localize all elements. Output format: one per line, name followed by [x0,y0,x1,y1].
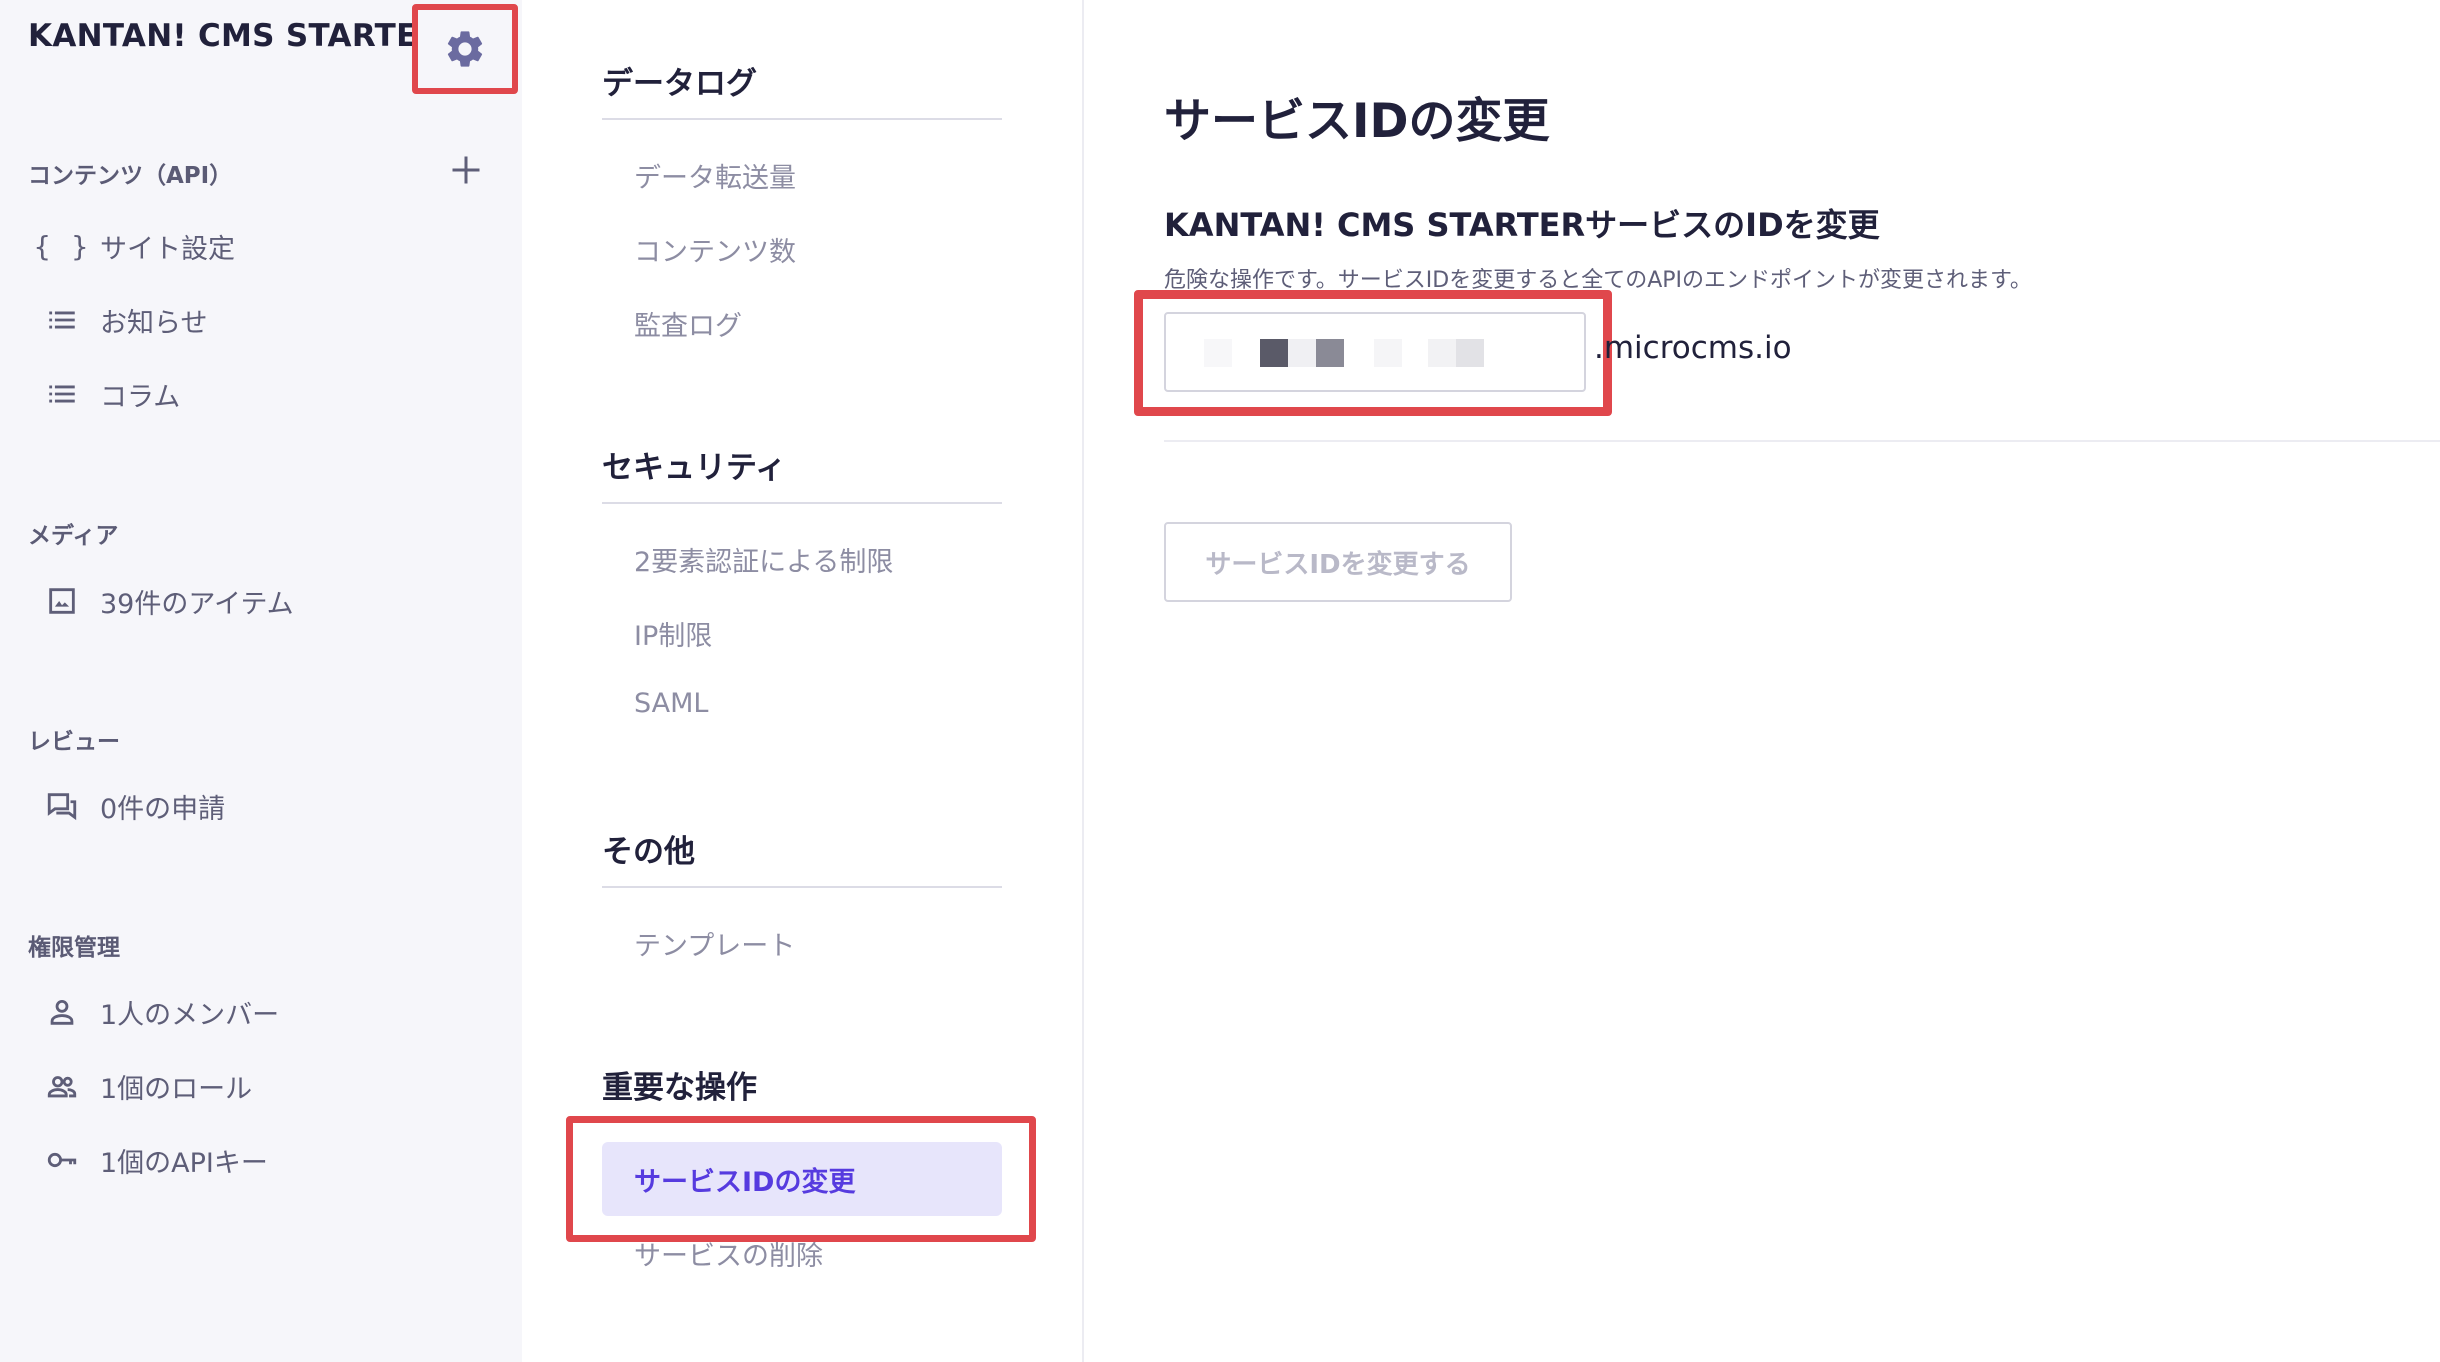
settings-heading-critical: 重要な操作 [602,1070,757,1106]
sidebar-item-label: 39件のアイテム [100,588,294,620]
settings-link-2fa[interactable]: 2要素認証による制限 [634,540,893,579]
section-label-permissions: 権限管理 [28,935,120,961]
settings-heading-data-log: データログ [602,66,757,102]
section-label-review: レビュー [28,729,120,755]
blurred-text [1316,339,1344,367]
section-label-contents: コンテンツ（API） [28,163,233,189]
settings-heading-security: セキュリティ [602,450,787,486]
sidebar-item-news[interactable]: お知らせ [38,296,478,344]
key-icon [38,1140,86,1180]
settings-link-data-transfer[interactable]: データ転送量 [634,156,796,195]
sidebar-item-review[interactable]: 0件の申請 [38,782,478,830]
sidebar-item-label: 1個のAPIキー [100,1147,268,1179]
settings-link-saml[interactable]: SAML [634,688,708,719]
plus-icon [452,156,480,184]
domain-suffix: .microcms.io [1594,330,1792,366]
divider [602,118,1002,120]
divider [602,502,1002,504]
settings-link-audit-log[interactable]: 監査ログ [634,304,742,343]
section-subtitle: KANTAN! CMS STARTERサービスのIDを変更 [1164,206,1880,244]
blurred-text [1456,339,1484,367]
add-api-button[interactable] [446,150,486,190]
settings-button[interactable] [412,4,518,94]
blurred-text [1374,339,1402,367]
main-content: サービスIDの変更 KANTAN! CMS STARTERサービスのIDを変更 … [1084,0,2440,1362]
sidebar: KANTAN! CMS STARTER コンテンツ（API） { } サイト設定… [0,0,522,1362]
sidebar-item-label: コラム [100,381,181,413]
sidebar-item-roles[interactable]: 1個のロール [38,1062,478,1110]
person-icon [38,992,86,1032]
braces-icon: { } [33,229,91,263]
sidebar-item-label: サイト設定 [100,233,235,265]
people-icon [38,1066,86,1106]
settings-link-template[interactable]: テンプレート [634,924,795,963]
divider [602,886,1002,888]
list-icon [38,374,86,414]
sidebar-item-column[interactable]: コラム [38,370,478,418]
settings-link-ip-restriction[interactable]: IP制限 [634,614,712,653]
sidebar-item-site-settings[interactable]: { } サイト設定 [33,222,478,270]
settings-heading-other: その他 [602,834,695,870]
change-service-id-button[interactable]: サービスIDを変更する [1164,522,1512,602]
app-title: KANTAN! CMS STARTER [28,18,442,54]
sidebar-item-media[interactable]: 39件のアイテム [38,577,478,625]
gear-icon [447,31,483,67]
sidebar-item-api-keys[interactable]: 1個のAPIキー [38,1136,478,1184]
service-id-input[interactable] [1164,312,1586,392]
app-root: KANTAN! CMS STARTER コンテンツ（API） { } サイト設定… [0,0,2440,1362]
section-label-media: メディア [28,523,119,549]
settings-nav: データログ データ転送量 コンテンツ数 監査ログ セキュリティ 2要素認証による… [522,0,1084,1362]
list-icon [38,300,86,340]
review-icon [38,786,86,826]
sidebar-item-members[interactable]: 1人のメンバー [38,988,478,1036]
sidebar-item-label: 1個のロール [100,1073,253,1105]
settings-link-change-service-id[interactable]: サービスIDの変更 [602,1142,1002,1216]
blurred-text [1260,339,1288,367]
blurred-text [1288,339,1316,367]
sidebar-item-label: お知らせ [100,307,208,339]
divider [1164,440,2440,442]
sidebar-item-label: 0件の申請 [100,793,226,825]
blurred-text [1204,339,1232,367]
blurred-text [1428,339,1456,367]
page-title: サービスIDの変更 [1164,94,1550,149]
sidebar-item-label: 1人のメンバー [100,999,280,1031]
settings-link-content-count[interactable]: コンテンツ数 [634,230,796,269]
image-icon [38,581,86,621]
